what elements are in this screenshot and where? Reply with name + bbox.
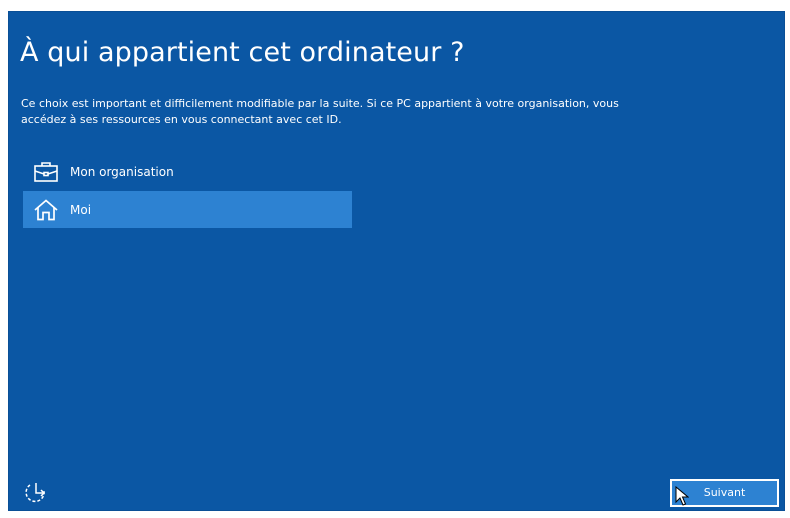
accessibility-icon[interactable]	[23, 479, 49, 505]
page-title: À qui appartient cet ordinateur ?	[20, 37, 465, 68]
next-button[interactable]: Suivant	[670, 479, 779, 507]
option-label: Mon organisation	[70, 165, 174, 179]
briefcase-icon	[33, 161, 59, 183]
home-icon	[33, 198, 59, 221]
option-mon-organisation[interactable]: Mon organisation	[23, 154, 352, 190]
option-label: Moi	[70, 202, 92, 217]
oobe-window: À qui appartient cet ordinateur ? Ce cho…	[8, 11, 785, 511]
option-moi[interactable]: Moi	[23, 191, 352, 228]
page-description: Ce choix est important et difficilement …	[21, 97, 619, 126]
